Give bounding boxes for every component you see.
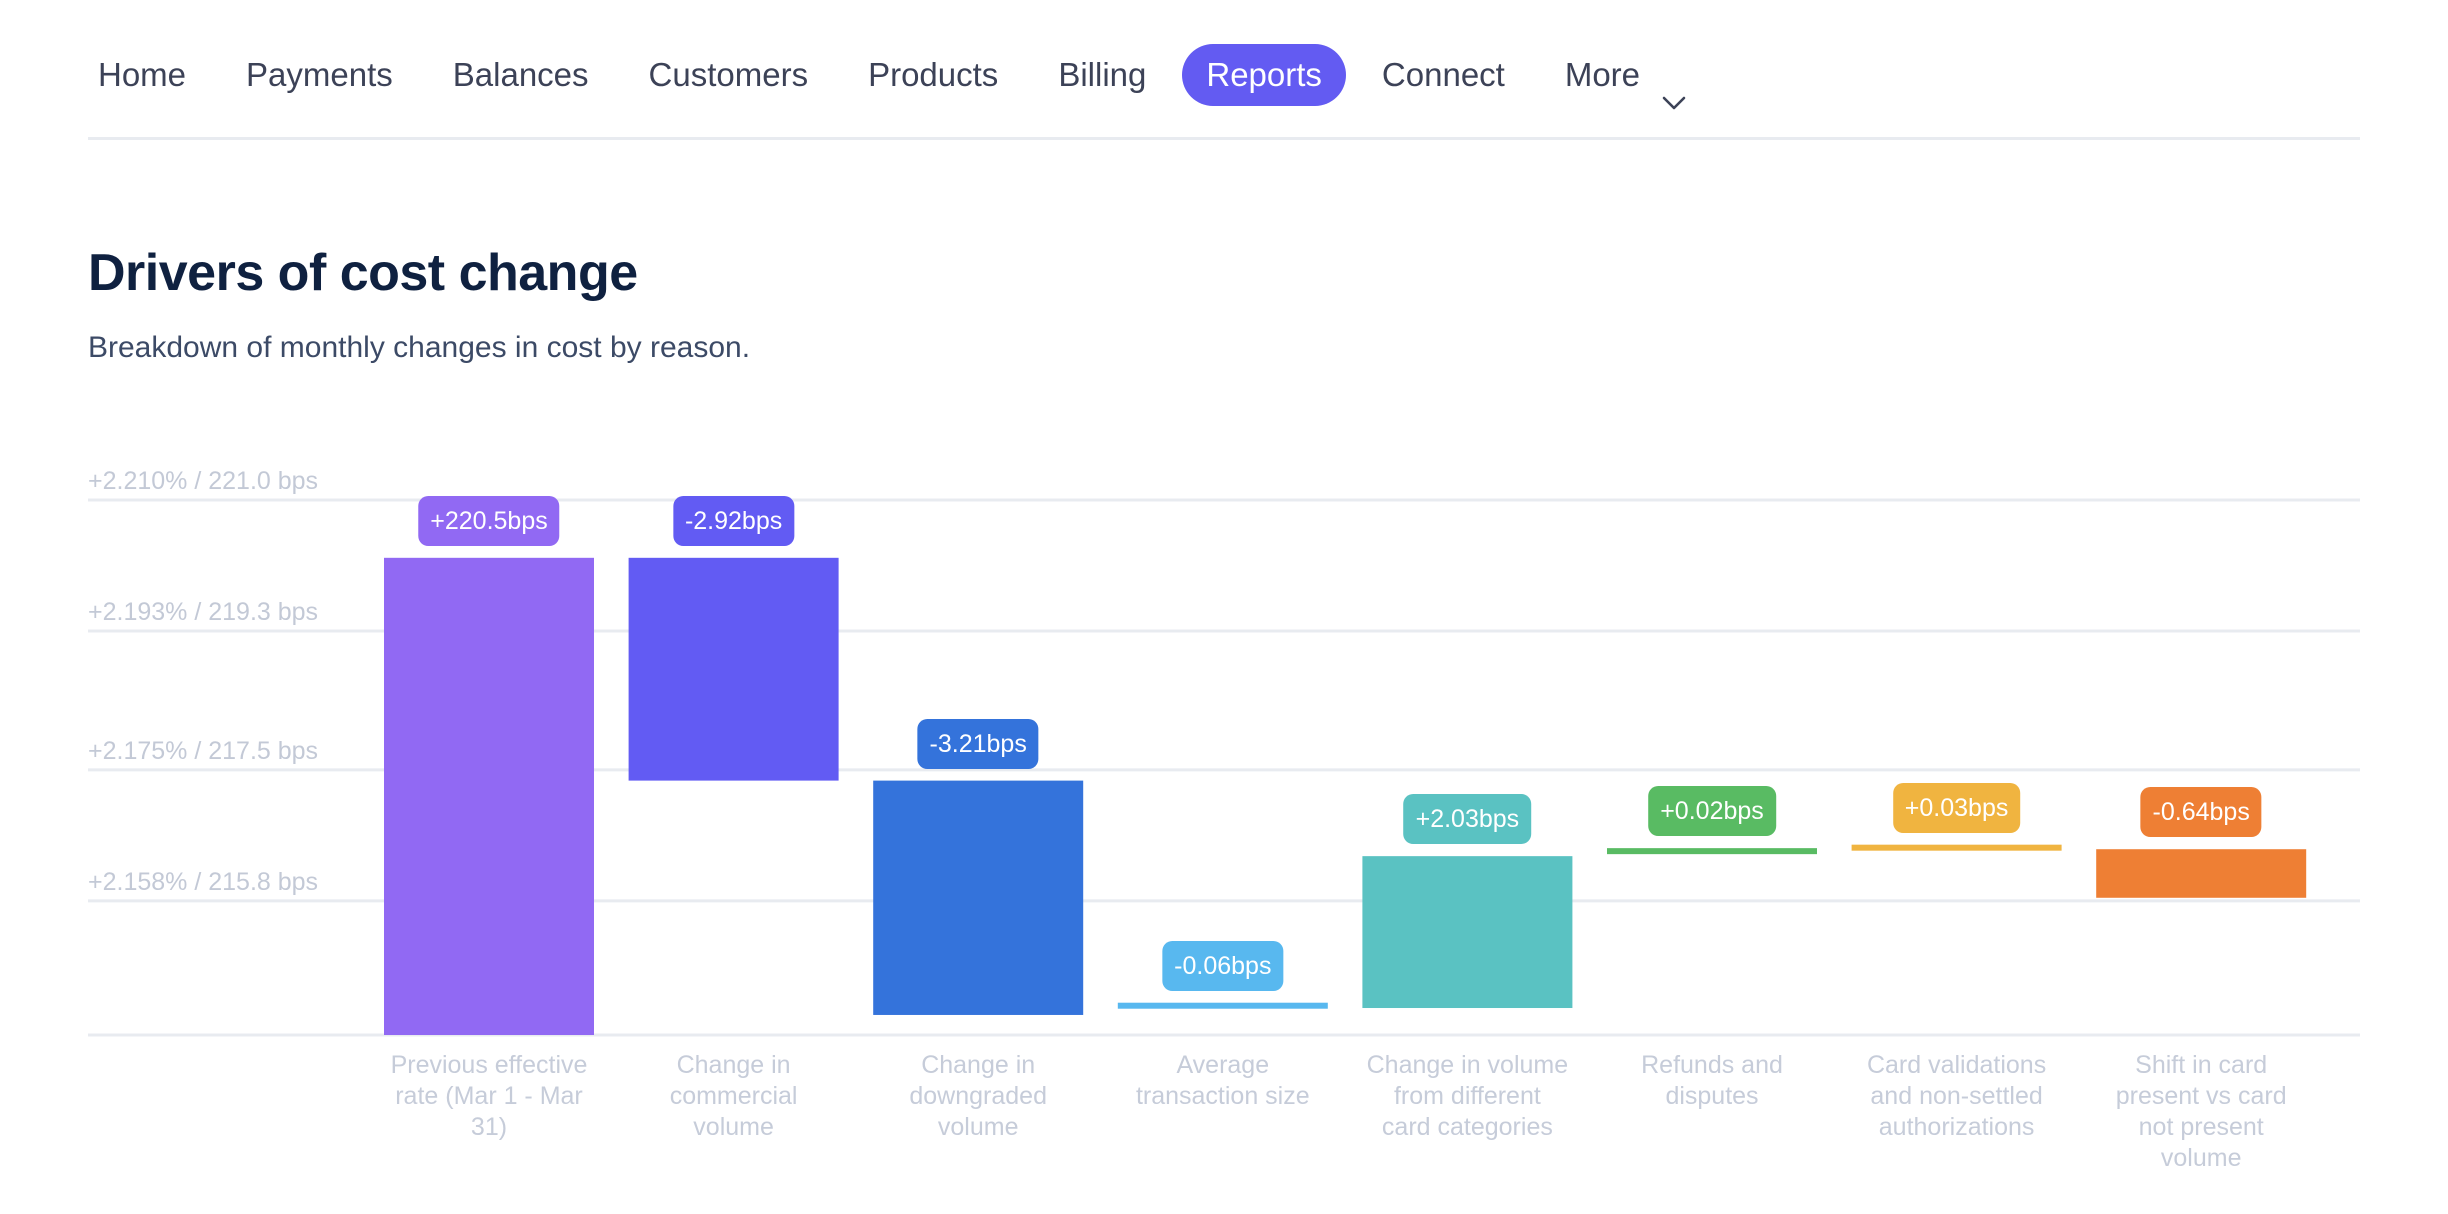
x-tick-label-line: Change in (676, 1051, 791, 1079)
bar-value-label: -3.21bps (917, 718, 1039, 769)
bar-value-label: +0.03bps (1892, 782, 2021, 833)
waterfall-chart: +2.210% / 221.0 bps +2.193% / 219.3 bps +2… (88, 467, 2360, 1037)
x-tick-label: Change in commercial volume (619, 1050, 849, 1143)
x-tick-label-line: transaction size (1135, 1082, 1310, 1110)
x-tick-label: Change in volume from different card categ… (1352, 1050, 1582, 1143)
bar-value-label: +2.03bps (1403, 794, 1532, 845)
x-tick-label-line: commercial (669, 1082, 798, 1110)
y-tick-label: +2.175% / 217.5 bps (88, 737, 318, 765)
bar-value-label: -0.64bps (2140, 787, 2262, 838)
y-tick-label: +2.210% / 221.0 bps (88, 467, 318, 495)
bar-value-label: +220.5bps (418, 495, 560, 546)
x-tick-label: Refunds and disputes (1597, 1050, 1827, 1112)
x-tick-label-line: rate (Mar 1 - Mar (395, 1082, 583, 1110)
x-tick-label: Change in downgraded volume (863, 1050, 1093, 1143)
x-tick-label-line: Shift in card (2135, 1051, 2268, 1079)
x-tick-label-line: Change in (921, 1051, 1036, 1079)
x-tick-label-line: 31) (470, 1113, 508, 1141)
bar[interactable] (2096, 849, 2307, 898)
bar-value-label: -0.06bps (1162, 940, 1284, 991)
x-tick-label-line: Previous effective (390, 1051, 588, 1079)
bar[interactable] (1117, 1002, 1328, 1009)
x-tick-label: Average transaction size (1108, 1050, 1338, 1112)
x-tick-label-line: card categories (1381, 1113, 1553, 1141)
x-tick-label-line: volume (693, 1113, 774, 1141)
y-tick-label: +2.158% / 215.8 bps (88, 868, 318, 896)
x-tick-label-line: from different (1393, 1082, 1541, 1110)
bar-value-label: -2.92bps (672, 495, 795, 546)
bar[interactable] (384, 557, 594, 1035)
x-tick-label-line: Average (1176, 1051, 1270, 1079)
bar[interactable] (873, 780, 1084, 1015)
x-tick-label-line: Refunds and (1641, 1051, 1783, 1079)
bar[interactable] (1851, 844, 2062, 851)
x-tick-label-line: and non-settled (1870, 1082, 2043, 1110)
x-tick-label: Previous effective rate (Mar 1 - Mar 31) (374, 1050, 604, 1143)
x-tick-label-line: not present (2138, 1113, 2264, 1141)
x-tick-label-line: authorizations (1878, 1113, 2035, 1141)
x-tick-label-line: volume (937, 1113, 1019, 1141)
x-tick-label: Shift in card present vs card not present v… (2086, 1050, 2316, 1174)
bar-value-label: +0.02bps (1648, 786, 1776, 837)
x-tick-label-line: present vs card (2115, 1082, 2287, 1110)
x-tick-label-line: Change in volume (1366, 1051, 1569, 1079)
x-tick-label-line: downgraded (909, 1082, 1047, 1110)
y-tick-label: +2.193% / 219.3 bps (88, 598, 318, 626)
x-tick-label-line: disputes (1665, 1082, 1759, 1110)
x-tick-label-line: volume (2160, 1144, 2242, 1172)
x-tick-label: Card validations and non-settled authoriza… (1842, 1050, 2072, 1143)
bar[interactable] (628, 557, 839, 781)
bar[interactable] (1607, 848, 1817, 855)
bar[interactable] (1362, 856, 1573, 1009)
x-tick-label-line: Card validations (1866, 1051, 2047, 1079)
